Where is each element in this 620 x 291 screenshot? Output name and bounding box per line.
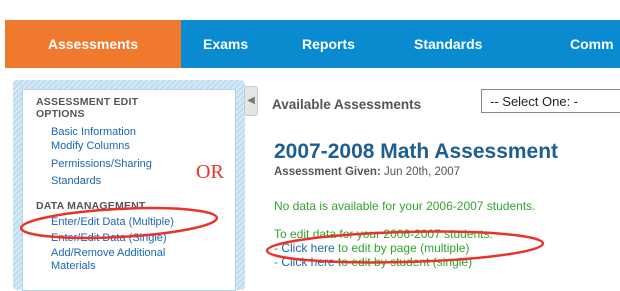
no-data-message: No data is available for your 2006-2007 … xyxy=(274,199,536,213)
tab-exams[interactable]: Exams xyxy=(203,20,248,68)
assessment-given-label: Assessment Given: xyxy=(274,166,381,178)
edit-by-student-line: - Click here to edit by student (single) xyxy=(274,255,472,269)
edit-by-page-text: to edit by page (multiple) xyxy=(334,241,470,255)
edit-instructions: To edit data for your 2006-2007 students… xyxy=(274,227,493,241)
sidebar-heading-edit-options-line2: OPTIONS xyxy=(36,108,85,120)
main-navigation: Assessments Exams Reports Standards Comm xyxy=(5,20,620,68)
sidebar-link-enter-edit-single[interactable]: Enter/Edit Data (Single) xyxy=(51,232,167,245)
sidebar-link-add-remove-materials[interactable]: Add/Remove Additional xyxy=(51,247,165,260)
sidebar-heading-edit-options-line1: ASSESSMENT EDIT xyxy=(36,96,139,108)
assessment-given: Assessment Given: Jun 20th, 2007 xyxy=(274,166,460,178)
edit-by-student-text: to edit by student (single) xyxy=(334,255,473,269)
tab-communication[interactable]: Comm xyxy=(570,20,614,68)
page-title: 2007-2008 Math Assessment xyxy=(274,140,559,163)
available-assessments-label: Available Assessments xyxy=(272,97,422,112)
sidebar-link-standards[interactable]: Standards xyxy=(51,175,101,188)
annotation-or-text: OR xyxy=(196,161,224,183)
assessment-select[interactable]: -- Select One: - xyxy=(481,89,620,113)
sidebar-link-materials[interactable]: Materials xyxy=(51,260,96,273)
sidebar-link-permissions-sharing[interactable]: Permissions/Sharing xyxy=(51,158,152,171)
sidebar-link-enter-edit-multiple[interactable]: Enter/Edit Data (Multiple) xyxy=(51,216,174,229)
tab-assessments[interactable]: Assessments xyxy=(5,20,181,68)
sidebar-heading-data-management: DATA MANAGEMENT xyxy=(36,200,146,212)
edit-by-page-link[interactable]: Click here xyxy=(281,241,334,255)
edit-by-page-line: - Click here to edit by page (multiple) xyxy=(274,241,469,255)
sidebar-collapse-handle[interactable]: ◀ xyxy=(244,86,258,116)
sidebar-link-basic-information[interactable]: Basic Information xyxy=(51,126,136,139)
tab-standards[interactable]: Standards xyxy=(414,20,482,68)
edit-by-student-link[interactable]: Click here xyxy=(281,255,334,269)
assessment-given-date: Jun 20th, 2007 xyxy=(383,166,461,178)
tab-reports[interactable]: Reports xyxy=(302,20,355,68)
sidebar-link-modify-columns[interactable]: Modify Columns xyxy=(51,140,130,153)
